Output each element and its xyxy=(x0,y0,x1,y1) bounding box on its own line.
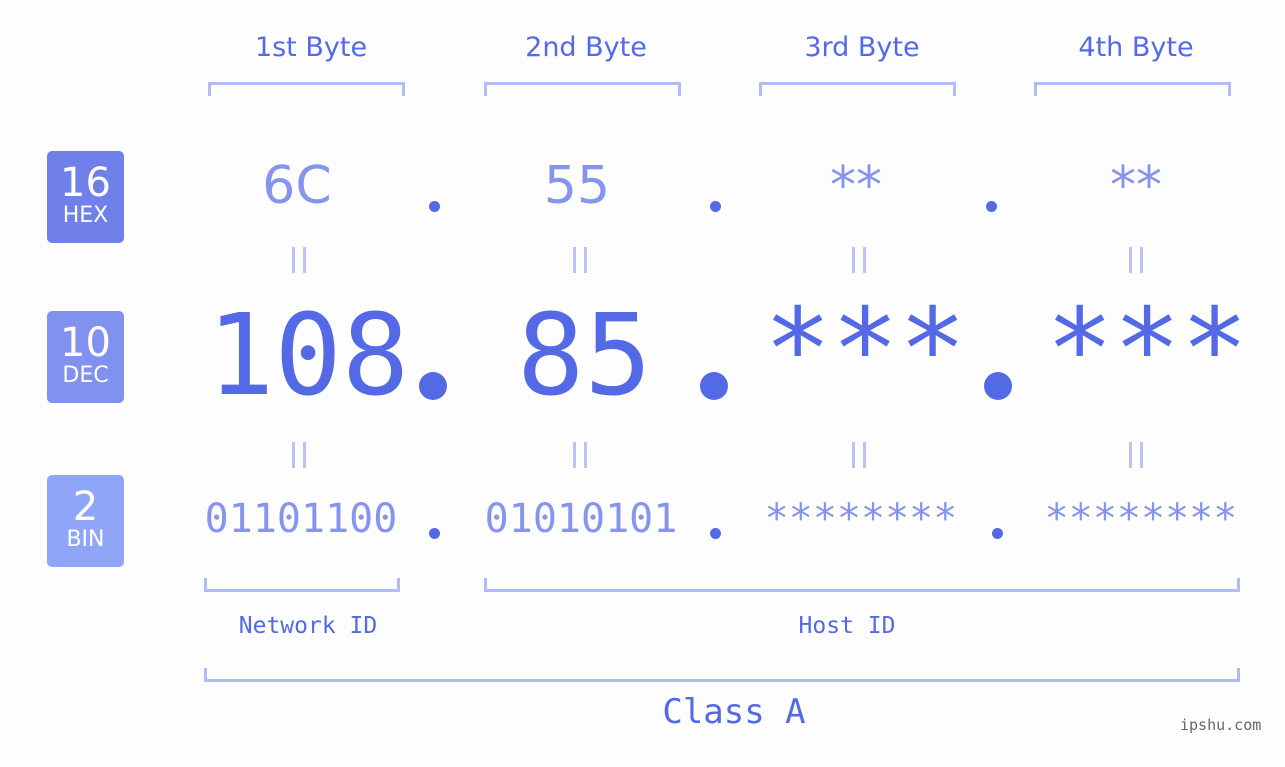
host-id-label: Host ID xyxy=(798,613,896,639)
bin-badge-number: 2 xyxy=(72,484,99,530)
hex-dot-3 xyxy=(986,201,997,212)
host-id-bracket xyxy=(484,578,1240,592)
bin-dot-1 xyxy=(429,528,440,539)
byte-bracket-1 xyxy=(208,82,405,96)
network-id-bracket xyxy=(204,578,400,592)
class-label: Class A xyxy=(662,692,806,732)
bin-badge: 2 BIN xyxy=(47,475,124,567)
hex-byte-3: ** xyxy=(830,156,882,216)
equals-icon xyxy=(852,442,866,468)
equals-icon xyxy=(573,442,587,468)
dec-badge-number: 10 xyxy=(60,320,111,366)
equals-icon xyxy=(292,442,306,468)
equals-icon xyxy=(573,247,587,273)
hex-dot-2 xyxy=(710,201,721,212)
equals-icon xyxy=(1129,247,1143,273)
bin-byte-1: 01101100 xyxy=(204,496,398,542)
bin-dot-2 xyxy=(710,528,721,539)
byte-bracket-3 xyxy=(759,82,956,96)
byte-bracket-2 xyxy=(484,82,681,96)
equals-icon xyxy=(292,247,306,273)
hex-dot-1 xyxy=(429,201,440,212)
byte-bracket-4 xyxy=(1034,82,1231,96)
bin-byte-2: 01010101 xyxy=(484,496,678,542)
dec-byte-2: 85 xyxy=(517,291,652,421)
dec-dot-1 xyxy=(419,372,447,400)
bin-byte-3: ******** xyxy=(764,496,958,542)
bin-dot-3 xyxy=(992,528,1003,539)
hex-byte-1: 6C xyxy=(262,156,332,216)
network-id-label: Network ID xyxy=(238,613,378,639)
dec-byte-4: *** xyxy=(1046,285,1249,415)
dec-byte-1: 108 xyxy=(207,291,410,421)
hex-badge: 16 HEX xyxy=(47,151,124,243)
hex-badge-number: 16 xyxy=(60,160,111,206)
byte-header-4: 4th Byte xyxy=(1078,32,1194,63)
class-bracket xyxy=(204,668,1240,682)
dec-dot-2 xyxy=(700,372,728,400)
hex-byte-4: ** xyxy=(1110,156,1162,216)
dec-badge: 10 DEC xyxy=(47,311,124,403)
equals-icon xyxy=(1129,442,1143,468)
dec-byte-3: *** xyxy=(764,285,967,415)
byte-header-1: 1st Byte xyxy=(254,32,368,63)
hex-byte-2: 55 xyxy=(543,156,611,216)
equals-icon xyxy=(852,247,866,273)
dec-dot-3 xyxy=(984,372,1012,400)
dec-badge-label: DEC xyxy=(62,363,109,388)
watermark: ipshu.com xyxy=(1180,716,1262,734)
byte-header-3: 3rd Byte xyxy=(804,32,920,63)
byte-header-2: 2nd Byte xyxy=(525,32,647,63)
bin-byte-4: ******** xyxy=(1044,496,1238,542)
hex-badge-label: HEX xyxy=(62,203,109,228)
bin-badge-label: BIN xyxy=(66,527,105,552)
